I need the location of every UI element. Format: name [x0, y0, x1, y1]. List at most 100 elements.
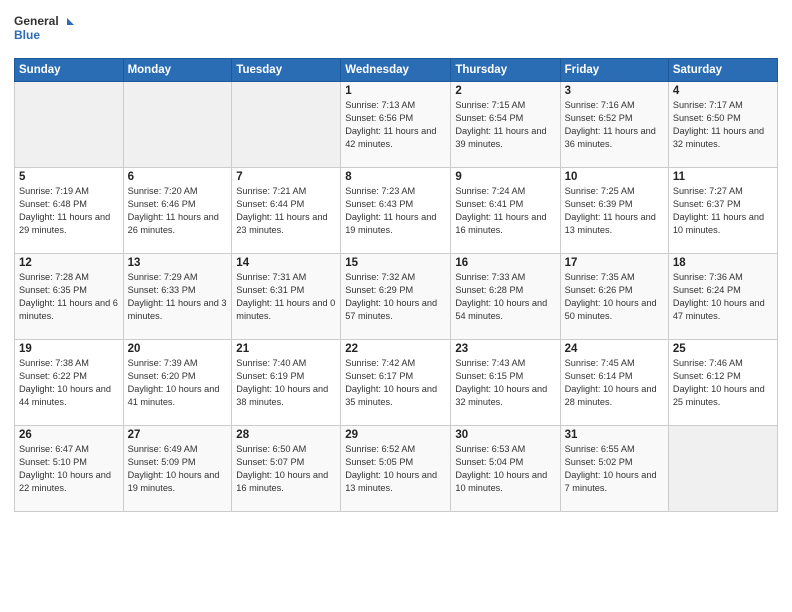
day-number: 27 — [128, 429, 228, 441]
week-row-1: 1Sunrise: 7:13 AM Sunset: 6:56 PM Daylig… — [15, 82, 778, 168]
weekday-saturday: Saturday — [668, 59, 777, 82]
day-info: Sunrise: 6:55 AM Sunset: 5:02 PM Dayligh… — [565, 443, 664, 495]
calendar-cell: 10 Sunrise: 7:25 AM Sunset: 6:39 PM Dayli… — [560, 168, 668, 254]
day-number: 15 — [345, 257, 446, 269]
day-number: 5 — [19, 171, 119, 183]
day-info: Sunrise: 6:52 AM Sunset: 5:05 PM Dayligh… — [345, 443, 446, 495]
calendar-cell: 21Sunrise: 7:40 AM Sunset: 6:19 PM Dayli… — [232, 340, 341, 426]
day-info: Sunrise: 7:27 AM Sunset: 6:37 PM Dayligh… — [673, 185, 773, 237]
day-info: Sunrise: 7:45 AM Sunset: 6:14 PM Dayligh… — [565, 357, 664, 409]
day-number: 12 — [19, 257, 119, 269]
calendar-cell: 15Sunrise: 7:32 AM Sunset: 6:29 PM Dayli… — [341, 254, 451, 340]
day-info: Sunrise: 7:39 AM Sunset: 6:20 PM Dayligh… — [128, 357, 228, 409]
weekday-sunday: Sunday — [15, 59, 124, 82]
calendar-cell: 31 Sunrise: 6:55 AM Sunset: 5:02 PM Dayli… — [560, 426, 668, 512]
weekday-header-row: SundayMondayTuesdayWednesdayThursdayFrid… — [15, 59, 778, 82]
day-info: Sunrise: 7:31 AM Sunset: 6:31 PM Dayligh… — [236, 271, 336, 323]
weekday-monday: Monday — [123, 59, 232, 82]
day-number: 13 — [128, 257, 228, 269]
day-info: Sunrise: 7:28 AM Sunset: 6:35 PM Dayligh… — [19, 271, 119, 323]
day-number: 2 — [455, 85, 555, 97]
calendar-cell: 7 Sunrise: 7:21 AM Sunset: 6:44 PM Daylig… — [232, 168, 341, 254]
calendar-cell: 14 Sunrise: 7:31 AM Sunset: 6:31 PM Dayli… — [232, 254, 341, 340]
calendar-cell: 30 Sunrise: 6:53 AM Sunset: 5:04 PM Dayli… — [451, 426, 560, 512]
day-info: Sunrise: 7:24 AM Sunset: 6:41 PM Dayligh… — [455, 185, 555, 237]
day-number: 30 — [455, 429, 555, 441]
day-number: 26 — [19, 429, 119, 441]
day-number: 29 — [345, 429, 446, 441]
calendar-cell: 13 Sunrise: 7:29 AM Sunset: 6:33 PM Dayli… — [123, 254, 232, 340]
day-number: 17 — [565, 257, 664, 269]
weekday-thursday: Thursday — [451, 59, 560, 82]
week-row-5: 26 Sunrise: 6:47 AM Sunset: 5:10 PM Dayli… — [15, 426, 778, 512]
calendar-cell: 8Sunrise: 7:23 AM Sunset: 6:43 PM Daylig… — [341, 168, 451, 254]
calendar-cell: 24 Sunrise: 7:45 AM Sunset: 6:14 PM Dayli… — [560, 340, 668, 426]
day-number: 10 — [565, 171, 664, 183]
day-number: 14 — [236, 257, 336, 269]
day-info: Sunrise: 7:35 AM Sunset: 6:26 PM Dayligh… — [565, 271, 664, 323]
day-number: 9 — [455, 171, 555, 183]
day-info: Sunrise: 7:21 AM Sunset: 6:44 PM Dayligh… — [236, 185, 336, 237]
day-number: 3 — [565, 85, 664, 97]
week-row-3: 12 Sunrise: 7:28 AM Sunset: 6:35 PM Dayli… — [15, 254, 778, 340]
weekday-friday: Friday — [560, 59, 668, 82]
day-info: Sunrise: 7:40 AM Sunset: 6:19 PM Dayligh… — [236, 357, 336, 409]
day-info: Sunrise: 6:53 AM Sunset: 5:04 PM Dayligh… — [455, 443, 555, 495]
calendar-cell: 23 Sunrise: 7:43 AM Sunset: 6:15 PM Dayli… — [451, 340, 560, 426]
day-number: 6 — [128, 171, 228, 183]
logo-svg: General Blue — [14, 10, 74, 50]
day-number: 31 — [565, 429, 664, 441]
day-info: Sunrise: 6:47 AM Sunset: 5:10 PM Dayligh… — [19, 443, 119, 495]
day-info: Sunrise: 7:19 AM Sunset: 6:48 PM Dayligh… — [19, 185, 119, 237]
day-info: Sunrise: 7:42 AM Sunset: 6:17 PM Dayligh… — [345, 357, 446, 409]
calendar-cell: 2 Sunrise: 7:15 AM Sunset: 6:54 PM Daylig… — [451, 82, 560, 168]
calendar-cell: 18 Sunrise: 7:36 AM Sunset: 6:24 PM Dayli… — [668, 254, 777, 340]
calendar-cell: 28Sunrise: 6:50 AM Sunset: 5:07 PM Dayli… — [232, 426, 341, 512]
day-number: 18 — [673, 257, 773, 269]
calendar-cell: 11 Sunrise: 7:27 AM Sunset: 6:37 PM Dayli… — [668, 168, 777, 254]
calendar-cell: 6 Sunrise: 7:20 AM Sunset: 6:46 PM Daylig… — [123, 168, 232, 254]
calendar-cell: 20 Sunrise: 7:39 AM Sunset: 6:20 PM Dayli… — [123, 340, 232, 426]
calendar-cell — [668, 426, 777, 512]
svg-text:General: General — [14, 14, 59, 28]
calendar-cell — [232, 82, 341, 168]
calendar-cell: 17 Sunrise: 7:35 AM Sunset: 6:26 PM Dayli… — [560, 254, 668, 340]
calendar-cell: 26 Sunrise: 6:47 AM Sunset: 5:10 PM Dayli… — [15, 426, 124, 512]
day-number: 19 — [19, 343, 119, 355]
calendar-cell — [123, 82, 232, 168]
day-number: 24 — [565, 343, 664, 355]
day-info: Sunrise: 7:13 AM Sunset: 6:56 PM Dayligh… — [345, 99, 446, 151]
day-info: Sunrise: 7:46 AM Sunset: 6:12 PM Dayligh… — [673, 357, 773, 409]
day-number: 20 — [128, 343, 228, 355]
calendar-cell: 3Sunrise: 7:16 AM Sunset: 6:52 PM Daylig… — [560, 82, 668, 168]
day-info: Sunrise: 7:23 AM Sunset: 6:43 PM Dayligh… — [345, 185, 446, 237]
page-header: General Blue — [14, 10, 778, 50]
day-info: Sunrise: 7:25 AM Sunset: 6:39 PM Dayligh… — [565, 185, 664, 237]
day-info: Sunrise: 7:15 AM Sunset: 6:54 PM Dayligh… — [455, 99, 555, 151]
day-info: Sunrise: 7:20 AM Sunset: 6:46 PM Dayligh… — [128, 185, 228, 237]
calendar-cell: 12 Sunrise: 7:28 AM Sunset: 6:35 PM Dayli… — [15, 254, 124, 340]
day-number: 7 — [236, 171, 336, 183]
day-info: Sunrise: 7:29 AM Sunset: 6:33 PM Dayligh… — [128, 271, 228, 323]
calendar-cell: 19Sunrise: 7:38 AM Sunset: 6:22 PM Dayli… — [15, 340, 124, 426]
day-number: 11 — [673, 171, 773, 183]
week-row-2: 5 Sunrise: 7:19 AM Sunset: 6:48 PM Daylig… — [15, 168, 778, 254]
svg-text:Blue: Blue — [14, 28, 40, 42]
day-number: 4 — [673, 85, 773, 97]
day-info: Sunrise: 7:36 AM Sunset: 6:24 PM Dayligh… — [673, 271, 773, 323]
weekday-tuesday: Tuesday — [232, 59, 341, 82]
calendar-cell: 9 Sunrise: 7:24 AM Sunset: 6:41 PM Daylig… — [451, 168, 560, 254]
day-number: 22 — [345, 343, 446, 355]
calendar-cell: 29 Sunrise: 6:52 AM Sunset: 5:05 PM Dayli… — [341, 426, 451, 512]
week-row-4: 19Sunrise: 7:38 AM Sunset: 6:22 PM Dayli… — [15, 340, 778, 426]
day-number: 23 — [455, 343, 555, 355]
day-info: Sunrise: 7:17 AM Sunset: 6:50 PM Dayligh… — [673, 99, 773, 151]
day-number: 16 — [455, 257, 555, 269]
day-info: Sunrise: 7:43 AM Sunset: 6:15 PM Dayligh… — [455, 357, 555, 409]
calendar-table: SundayMondayTuesdayWednesdayThursdayFrid… — [14, 58, 778, 512]
day-info: Sunrise: 7:33 AM Sunset: 6:28 PM Dayligh… — [455, 271, 555, 323]
calendar-cell: 22 Sunrise: 7:42 AM Sunset: 6:17 PM Dayli… — [341, 340, 451, 426]
calendar-cell: 1Sunrise: 7:13 AM Sunset: 6:56 PM Daylig… — [341, 82, 451, 168]
calendar-cell: 5 Sunrise: 7:19 AM Sunset: 6:48 PM Daylig… — [15, 168, 124, 254]
logo: General Blue — [14, 10, 74, 50]
